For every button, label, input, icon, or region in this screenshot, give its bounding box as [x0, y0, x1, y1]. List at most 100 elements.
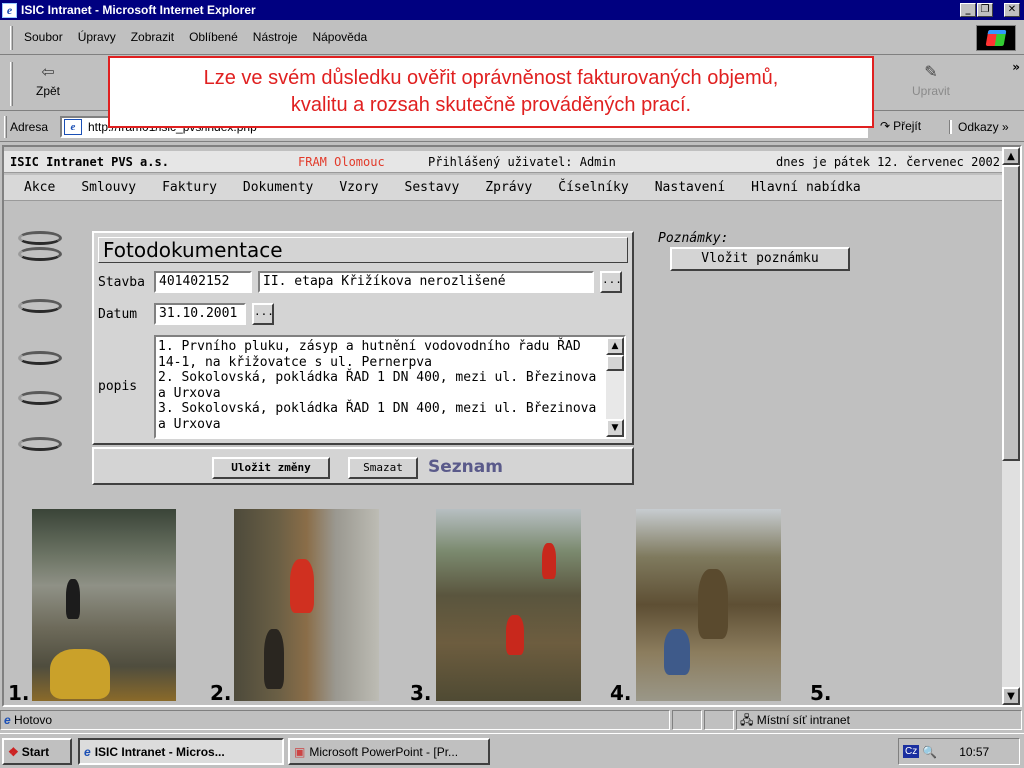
- photo-number: 4.: [610, 681, 632, 705]
- site-photo-2[interactable]: [234, 509, 379, 701]
- form-title: Fotodokumentace: [98, 237, 628, 263]
- spiral-ring: [18, 437, 62, 451]
- nav-dokumenty[interactable]: Dokumenty: [243, 180, 313, 195]
- windows-flag-icon: ❖: [8, 744, 19, 759]
- popis-line: 3. Sokolovská, pokládka ŘAD 1 DN 400, me…: [158, 401, 597, 416]
- page-viewport: ISIC Intranet PVS a.s. FRAM Olomouc Přih…: [2, 145, 1022, 707]
- powerpoint-task-icon: ▣: [294, 744, 306, 759]
- ie-logo-icon: e: [2, 2, 17, 18]
- go-arrow-icon: ↷: [880, 119, 891, 133]
- scroll-down-icon[interactable]: ▼: [606, 419, 624, 437]
- add-note-button[interactable]: Vložit poznámku: [670, 247, 850, 271]
- toolbar-more-icon[interactable]: »: [1012, 60, 1020, 74]
- scroll-thumb[interactable]: [606, 355, 624, 371]
- minimize-button[interactable]: _: [960, 3, 976, 17]
- windows-logo-icon: [976, 25, 1016, 51]
- callout-line: kvalitu a rozsah skutečně prováděných pr…: [290, 94, 692, 116]
- menu-zobrazit[interactable]: Zobrazit: [131, 30, 174, 44]
- status-cell: [704, 710, 734, 730]
- photo-number: 3.: [410, 681, 432, 705]
- nav-nastaveni[interactable]: Nastavení: [655, 180, 725, 195]
- site-photo-4[interactable]: [636, 509, 781, 701]
- site-photo-1[interactable]: [32, 509, 176, 701]
- popis-line: a Urxova: [158, 385, 221, 401]
- page-status-icon: e: [4, 713, 11, 727]
- clock: 10:57: [959, 744, 990, 759]
- address-label: Adresa: [10, 120, 49, 134]
- links-button[interactable]: Odkazy »: [950, 120, 1009, 134]
- nav-smlouvy[interactable]: Smlouvy: [81, 180, 136, 195]
- logged-user: Přihlášený uživatel: Admin: [428, 154, 616, 169]
- spiral-ring: [18, 231, 62, 245]
- stavba-picker-button[interactable]: ...: [600, 271, 622, 293]
- language-indicator[interactable]: Cz: [903, 745, 920, 758]
- nav-zpravy[interactable]: Zprávy: [485, 180, 532, 195]
- photo-doc-form: Fotodokumentace Stavba 401402152 II. eta…: [92, 231, 634, 445]
- nav-ciselniky[interactable]: Číselníky: [558, 180, 628, 195]
- current-date: dnes je pátek 12. červenec 2002: [776, 154, 1000, 169]
- delete-button[interactable]: Smazat: [348, 457, 418, 479]
- system-tray: Cz 🔍 10:57: [898, 738, 1020, 765]
- task-ie[interactable]: e ISIC Intranet - Micros...: [78, 738, 284, 765]
- list-link[interactable]: Seznam: [428, 457, 503, 477]
- go-button[interactable]: ↷ Přejít: [880, 119, 921, 133]
- form-actions: Uložit změny Smazat Seznam: [92, 447, 634, 485]
- toolbar-grip[interactable]: [10, 62, 13, 106]
- popis-textarea[interactable]: 1. Prvního pluku, zásyp a hutnění vodovo…: [154, 335, 626, 439]
- datum-label: Datum: [98, 307, 138, 322]
- nav-vzory[interactable]: Vzory: [339, 180, 378, 195]
- save-changes-button[interactable]: Uložit změny: [212, 457, 330, 479]
- nav-sestavy[interactable]: Sestavy: [405, 180, 460, 195]
- ie-window: e ISIC Intranet - Microsoft Internet Exp…: [0, 0, 1024, 768]
- photo-number: 5.: [810, 681, 832, 705]
- app-info-bar: ISIC Intranet PVS a.s. FRAM Olomouc Přih…: [4, 151, 1002, 173]
- nav-faktury[interactable]: Faktury: [162, 180, 217, 195]
- popis-label: popis: [98, 379, 138, 394]
- stavba-code-input[interactable]: 401402152: [154, 271, 252, 293]
- menubar-grip[interactable]: [10, 26, 13, 50]
- menu-nastroje[interactable]: Nástroje: [253, 30, 298, 44]
- scroll-up-icon[interactable]: ▲: [606, 337, 624, 355]
- nav-akce[interactable]: Akce: [24, 180, 55, 195]
- stavba-name-input[interactable]: II. etapa Křižíkova nerozlišené: [258, 271, 594, 293]
- start-button[interactable]: ❖ Start: [2, 738, 72, 765]
- scroll-up-icon[interactable]: ▲: [1002, 147, 1020, 165]
- title-bar[interactable]: e ISIC Intranet - Microsoft Internet Exp…: [0, 0, 1024, 20]
- date-picker-button[interactable]: ...: [252, 303, 274, 325]
- status-bar: e Hotovo 🖧 Místní síť intranet: [0, 709, 1024, 731]
- menu-oblibene[interactable]: Oblíbené: [189, 30, 238, 44]
- photo-number: 2.: [210, 681, 232, 705]
- menu-soubor[interactable]: Soubor: [24, 30, 63, 44]
- task-powerpoint[interactable]: ▣ Microsoft PowerPoint - [Pr...: [288, 738, 490, 765]
- page-scroll-thumb[interactable]: [1002, 165, 1020, 461]
- scroll-down-icon[interactable]: ▼: [1002, 687, 1020, 705]
- menu-upravy[interactable]: Úpravy: [78, 30, 116, 44]
- network-tray-icon[interactable]: 🔍: [922, 745, 937, 759]
- site-photo-3[interactable]: [436, 509, 581, 701]
- callout-line: Lze ve svém důsledku ověřit oprávněnost …: [203, 67, 779, 89]
- edit-button[interactable]: ✎ Upravit: [912, 62, 950, 98]
- menu-napoveda[interactable]: Nápověda: [312, 30, 367, 44]
- status-text: e Hotovo: [0, 710, 670, 730]
- organisation-name: FRAM Olomouc: [298, 154, 385, 169]
- popis-line: 1. Prvního pluku, zásyp a hutnění vodovo…: [158, 339, 581, 354]
- edit-icon: ✎: [924, 62, 938, 81]
- datum-input[interactable]: 31.10.2001: [154, 303, 246, 325]
- callout-box: Lze ve svém důsledku ověřit oprávněnost …: [108, 56, 874, 128]
- nav-hlavni-nabidka[interactable]: Hlavní nabídka: [751, 180, 861, 195]
- spiral-ring: [18, 351, 62, 365]
- window-title: ISIC Intranet - Microsoft Internet Explo…: [21, 3, 256, 17]
- stavba-label: Stavba: [98, 275, 145, 290]
- page-icon: e: [64, 119, 82, 135]
- back-button[interactable]: ⇦ Zpět: [36, 62, 60, 98]
- page-scrollbar[interactable]: ▲ ▼: [1002, 147, 1020, 705]
- addressbar-grip[interactable]: [4, 116, 7, 138]
- back-arrow-icon: ⇦: [41, 62, 55, 81]
- spiral-ring: [18, 247, 62, 261]
- security-zone: 🖧 Místní síť intranet: [736, 710, 1022, 730]
- popis-scrollbar[interactable]: ▲ ▼: [606, 337, 624, 437]
- close-button[interactable]: ✕: [1004, 3, 1020, 17]
- popis-line: a Urxova: [158, 416, 221, 432]
- app-nav-menu: Akce Smlouvy Faktury Dokumenty Vzory Ses…: [4, 175, 1002, 201]
- restore-button[interactable]: ❐: [977, 3, 993, 17]
